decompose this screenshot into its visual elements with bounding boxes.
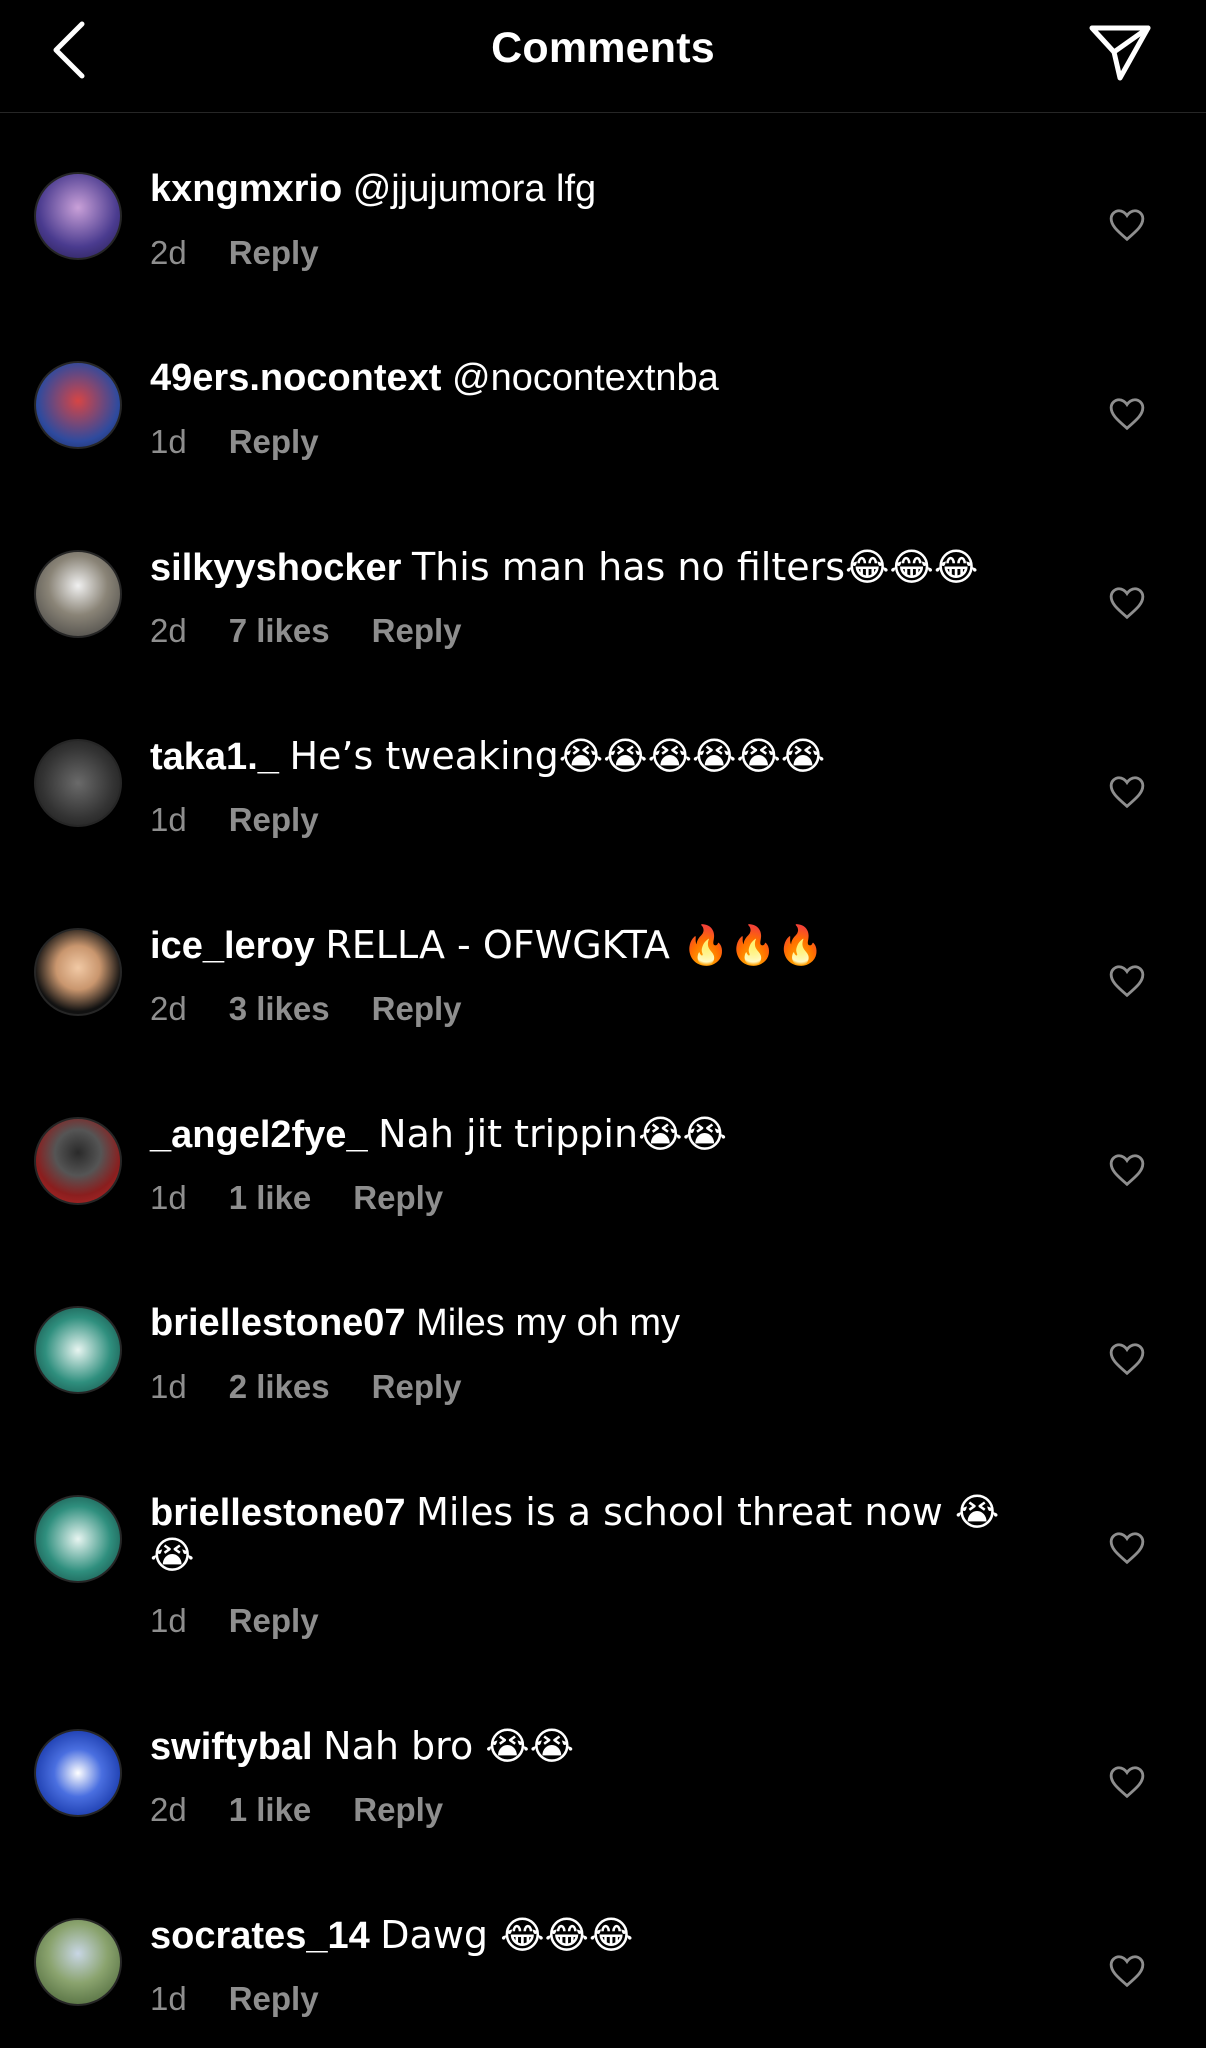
avatar[interactable] xyxy=(34,1117,122,1205)
reply-button[interactable]: Reply xyxy=(372,612,462,649)
comment-item: silkyyshocker This man has no filters😂😂😂… xyxy=(0,491,1206,680)
comment-body: Nah jit trippin😭😭 xyxy=(378,1112,727,1156)
comment-meta: 1d Reply xyxy=(150,1602,361,1640)
avatar[interactable] xyxy=(34,1729,122,1817)
comment-text: socrates_14 Dawg 😂😂😂 xyxy=(150,1914,1026,1957)
likes-count[interactable]: 1 like xyxy=(229,1179,312,1216)
comment-text: ice_leroy RELLA - OFWGKTA 🔥🔥🔥 xyxy=(150,924,1026,967)
comment-item: swiftybal Nah bro 😭😭 2d 1 like Reply xyxy=(0,1670,1206,1859)
comment-text: _angel2fye_ Nah jit trippin😭😭 xyxy=(150,1113,1026,1156)
timestamp: 1d xyxy=(150,801,187,838)
likes-count[interactable]: 7 likes xyxy=(229,612,330,649)
comment-item: taka1._ He’s tweaking😭😭😭😭😭😭 1d Reply xyxy=(0,680,1206,869)
comment-text: briellestone07 Miles is a school threat … xyxy=(150,1491,1026,1577)
comment-item: ice_leroy RELLA - OFWGKTA 🔥🔥🔥 2d 3 likes R… xyxy=(0,869,1206,1058)
comment-body: Dawg 😂😂😂 xyxy=(380,1913,634,1957)
likes-count[interactable]: 3 likes xyxy=(229,990,330,1027)
username[interactable]: silkyyshocker xyxy=(150,547,401,589)
timestamp: 1d xyxy=(150,1980,187,2017)
comment-meta: 1d Reply xyxy=(150,423,361,461)
comment-item: 49ers.nocontext @nocontextnba 1d Reply xyxy=(0,302,1206,491)
comment-meta: 2d 1 like Reply xyxy=(150,1791,485,1829)
avatar[interactable] xyxy=(34,1495,122,1583)
timestamp: 1d xyxy=(150,423,187,460)
username[interactable]: socrates_14 xyxy=(150,1915,370,1957)
comments-list: kxngmxrio @jjujumora lfg 2d Reply 49ers.n… xyxy=(0,113,1206,2048)
comment-item: kxngmxrio @jjujumora lfg 2d Reply xyxy=(0,113,1206,302)
heart-icon[interactable] xyxy=(1108,1952,1146,1990)
timestamp: 1d xyxy=(150,1179,187,1216)
comment-body: RELLA - OFWGKTA 🔥🔥🔥 xyxy=(325,923,824,967)
comment-meta: 2d 3 likes Reply xyxy=(150,990,504,1028)
likes-count[interactable]: 1 like xyxy=(229,1791,312,1828)
username[interactable]: 49ers.nocontext xyxy=(150,357,441,399)
reply-button[interactable]: Reply xyxy=(229,423,319,460)
heart-icon[interactable] xyxy=(1108,584,1146,622)
reply-button[interactable]: Reply xyxy=(353,1179,443,1216)
timestamp: 1d xyxy=(150,1602,187,1639)
heart-icon[interactable] xyxy=(1108,1529,1146,1567)
timestamp: 2d xyxy=(150,990,187,1027)
reply-button[interactable]: Reply xyxy=(372,1368,462,1405)
username[interactable]: kxngmxrio xyxy=(150,168,342,210)
share-button[interactable] xyxy=(1084,16,1156,88)
comment-meta: 1d Reply xyxy=(150,1980,361,2018)
comment-text: kxngmxrio @jjujumora lfg xyxy=(150,168,1026,210)
avatar[interactable] xyxy=(34,1306,122,1394)
reply-button[interactable]: Reply xyxy=(353,1791,443,1828)
comment-meta: 1d Reply xyxy=(150,801,361,839)
comment-body: This man has no filters😂😂😂 xyxy=(411,545,979,589)
timestamp: 2d xyxy=(150,1791,187,1828)
avatar[interactable] xyxy=(34,1918,122,2006)
comment-body: Miles my oh my xyxy=(416,1302,681,1344)
heart-icon[interactable] xyxy=(1108,1763,1146,1801)
reply-button[interactable]: Reply xyxy=(229,1980,319,2017)
username[interactable]: taka1._ xyxy=(150,736,279,778)
timestamp: 1d xyxy=(150,1368,187,1405)
reply-button[interactable]: Reply xyxy=(372,990,462,1027)
heart-icon[interactable] xyxy=(1108,1151,1146,1189)
comment-body: @jjujumora lfg xyxy=(352,168,597,210)
heart-icon[interactable] xyxy=(1108,395,1146,433)
comment-item: _angel2fye_ Nah jit trippin😭😭 1d 1 like Re… xyxy=(0,1058,1206,1247)
avatar[interactable] xyxy=(34,739,122,827)
comment-meta: 1d 1 like Reply xyxy=(150,1179,485,1217)
reply-button[interactable]: Reply xyxy=(229,234,319,271)
comment-item: briellestone07 Miles my oh my 1d 2 likes R… xyxy=(0,1247,1206,1436)
username[interactable]: swiftybal xyxy=(150,1726,313,1768)
avatar[interactable] xyxy=(34,928,122,1016)
avatar[interactable] xyxy=(34,172,122,260)
comment-text: 49ers.nocontext @nocontextnba xyxy=(150,357,1026,399)
likes-count[interactable]: 2 likes xyxy=(229,1368,330,1405)
heart-icon[interactable] xyxy=(1108,1340,1146,1378)
heart-icon[interactable] xyxy=(1108,962,1146,1000)
paper-plane-icon xyxy=(1089,25,1151,81)
reply-button[interactable]: Reply xyxy=(229,801,319,838)
avatar[interactable] xyxy=(34,550,122,638)
timestamp: 2d xyxy=(150,612,187,649)
comment-body: He’s tweaking😭😭😭😭😭😭 xyxy=(289,734,826,778)
heart-icon[interactable] xyxy=(1108,773,1146,811)
username[interactable]: briellestone07 xyxy=(150,1302,406,1344)
comment-item: socrates_14 Dawg 😂😂😂 1d Reply xyxy=(0,1859,1206,2048)
heart-icon[interactable] xyxy=(1108,206,1146,244)
comment-text: briellestone07 Miles my oh my xyxy=(150,1302,1026,1344)
avatar[interactable] xyxy=(34,361,122,449)
comment-text: silkyyshocker This man has no filters😂😂😂 xyxy=(150,546,1026,589)
reply-button[interactable]: Reply xyxy=(229,1602,319,1639)
comment-body: @nocontextnba xyxy=(452,357,719,399)
comment-text: swiftybal Nah bro 😭😭 xyxy=(150,1725,1026,1768)
username[interactable]: ice_leroy xyxy=(150,925,315,967)
username[interactable]: _angel2fye_ xyxy=(150,1114,368,1156)
comment-body: Nah bro 😭😭 xyxy=(323,1724,575,1768)
comment-item: briellestone07 Miles is a school threat … xyxy=(0,1436,1206,1670)
username[interactable]: briellestone07 xyxy=(150,1492,406,1534)
header: Comments xyxy=(0,0,1206,113)
comment-meta: 1d 2 likes Reply xyxy=(150,1368,504,1406)
timestamp: 2d xyxy=(150,234,187,271)
comment-meta: 2d 7 likes Reply xyxy=(150,612,504,650)
page-title: Comments xyxy=(491,24,715,72)
comment-text: taka1._ He’s tweaking😭😭😭😭😭😭 xyxy=(150,735,1026,778)
comment-meta: 2d Reply xyxy=(150,234,361,272)
